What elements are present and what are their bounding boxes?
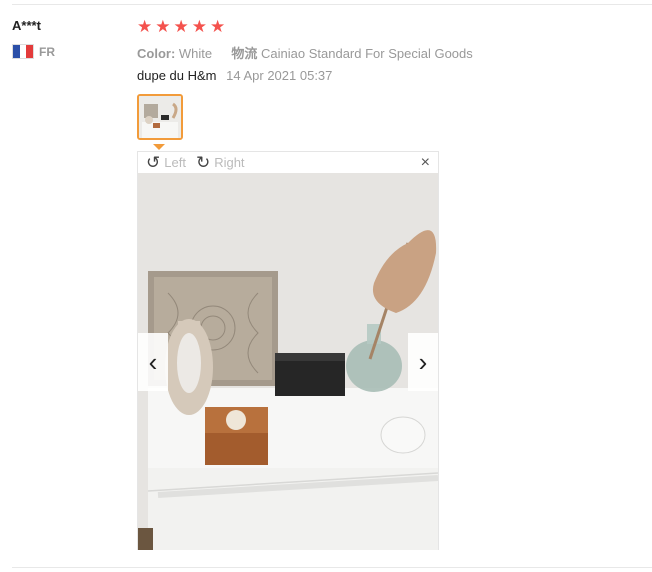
close-icon[interactable]: × bbox=[421, 154, 430, 172]
previous-photo-button[interactable]: ‹ bbox=[138, 333, 168, 391]
product-attributes: Color: White 物流 Cainiao Standard For Spe… bbox=[137, 43, 473, 62]
rotate-right-button[interactable]: ↻ Right bbox=[196, 154, 245, 171]
star-icon: ★ bbox=[191, 17, 207, 36]
chevron-right-icon: › bbox=[418, 346, 428, 377]
rotate-left-label: Left bbox=[164, 155, 186, 170]
next-photo-button[interactable]: › bbox=[408, 333, 438, 391]
reviewer-country: FR bbox=[12, 44, 55, 59]
review-photo-thumbnail[interactable] bbox=[137, 94, 183, 140]
viewer-toolbar: ↺ Left ↻ Right × bbox=[138, 152, 438, 173]
review-text: dupe du H&m bbox=[137, 68, 217, 83]
review-body: dupe du H&m 14 Apr 2021 05:37 bbox=[137, 68, 332, 83]
shipping-label: 物流 bbox=[231, 46, 258, 61]
bottom-divider bbox=[12, 567, 652, 568]
rotate-right-label: Right bbox=[214, 155, 245, 170]
reviewer-name: A***t bbox=[12, 18, 41, 33]
thumbnail-image bbox=[139, 96, 181, 138]
chevron-left-icon: ‹ bbox=[148, 346, 158, 377]
rotate-left-button[interactable]: ↺ Left bbox=[146, 154, 186, 171]
star-icon: ★ bbox=[155, 17, 171, 36]
color-label: Color: bbox=[137, 46, 176, 61]
france-flag-icon bbox=[12, 44, 34, 59]
rotate-left-icon: ↺ bbox=[146, 153, 161, 172]
star-icon: ★ bbox=[137, 17, 153, 36]
country-code: FR bbox=[39, 44, 55, 59]
shipping-value: Cainiao Standard For Special Goods bbox=[261, 46, 473, 61]
review-date: 14 Apr 2021 05:37 bbox=[226, 68, 333, 83]
rotate-right-icon: ↻ bbox=[195, 153, 211, 172]
top-divider bbox=[12, 4, 652, 5]
color-value: White bbox=[178, 46, 213, 61]
star-icon: ★ bbox=[210, 17, 226, 36]
photo-viewer: ↺ Left ↻ Right × ‹ › bbox=[137, 151, 439, 550]
thumbnail-pointer bbox=[153, 144, 165, 150]
star-icon: ★ bbox=[173, 17, 189, 36]
review-photo-image bbox=[138, 173, 438, 550]
rating-stars: ★ ★ ★ ★ ★ bbox=[137, 18, 225, 35]
review-photo: ‹ › bbox=[138, 173, 438, 550]
